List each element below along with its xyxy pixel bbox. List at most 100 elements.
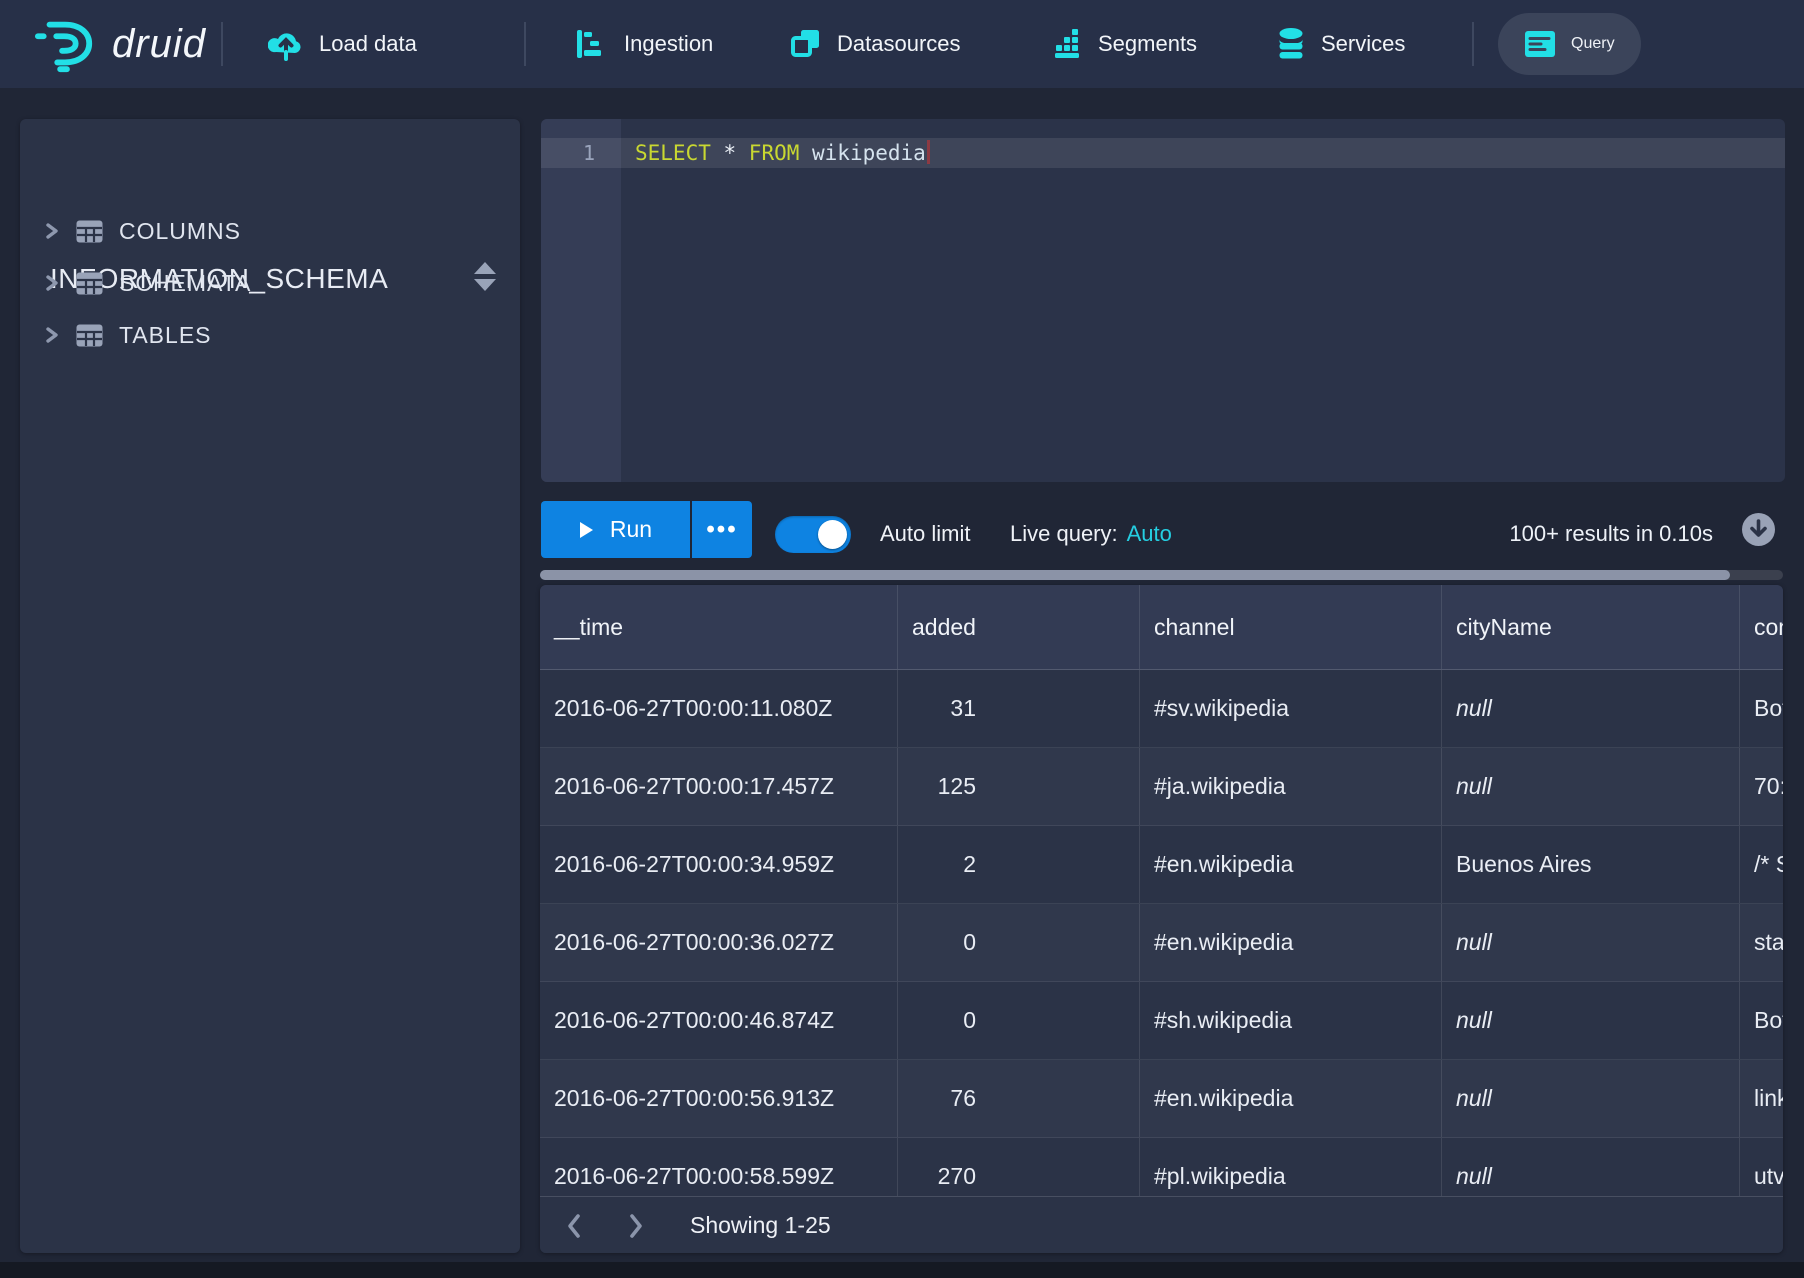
nav-item-label: Query	[1571, 35, 1615, 53]
table-header-row: __time added channel cityName comment	[540, 585, 1783, 670]
druid-logo-icon	[34, 15, 96, 73]
top-nav: druid Load data Ingestion	[0, 0, 1804, 88]
sql-identifier: wikipedia	[799, 141, 925, 165]
pagination-bar: Showing 1-25	[540, 1196, 1783, 1253]
cell-time[interactable]: 2016-06-27T00:00:11.080Z	[540, 670, 898, 747]
cell-channel[interactable]: #sh.wikipedia	[1140, 982, 1442, 1059]
chevron-right-icon	[44, 221, 60, 241]
cell-comment[interactable]: /* S	[1740, 826, 1783, 903]
sql-keyword: FROM	[749, 141, 800, 165]
console-icon	[1524, 30, 1556, 58]
cell-comment[interactable]: 70:	[1740, 748, 1783, 825]
table-row: 2016-06-27T00:00:36.027Z 0 #en.wikipedia…	[540, 904, 1783, 982]
sql-editor[interactable]: 1 SELECT * FROM wikipedia	[541, 119, 1785, 482]
cell-added[interactable]: 76	[898, 1060, 1140, 1137]
nav-item-ingestion[interactable]: Ingestion	[575, 0, 713, 88]
cell-channel[interactable]: #en.wikipedia	[1140, 826, 1442, 903]
cell-added-value: 2	[912, 826, 976, 903]
cell-comment[interactable]: sta	[1740, 904, 1783, 981]
cell-comment[interactable]: Bot	[1740, 982, 1783, 1059]
auto-limit-toggle[interactable]	[775, 516, 851, 553]
cell-time[interactable]: 2016-06-27T00:00:36.027Z	[540, 904, 898, 981]
cell-time[interactable]: 2016-06-27T00:00:34.959Z	[540, 826, 898, 903]
more-options-button[interactable]: •••	[692, 501, 752, 558]
cell-channel[interactable]: #ja.wikipedia	[1140, 748, 1442, 825]
bar-chart-icon	[1051, 28, 1083, 60]
tree-item-label: SCHEMATA	[119, 270, 251, 297]
nav-item-query[interactable]: Query	[1498, 13, 1641, 75]
cell-comment[interactable]: Bot	[1740, 670, 1783, 747]
layers-icon	[790, 28, 822, 60]
nav-divider	[524, 22, 526, 66]
cell-cityname[interactable]: null	[1442, 748, 1740, 825]
column-header-channel[interactable]: channel	[1140, 585, 1442, 669]
prev-page-button[interactable]	[558, 1210, 590, 1242]
tree-item-label: COLUMNS	[119, 218, 241, 245]
cell-added[interactable]: 2	[898, 826, 1140, 903]
chevron-right-icon	[44, 325, 60, 345]
scrollbar-thumb[interactable]	[540, 570, 1730, 580]
table-row: 2016-06-27T00:00:34.959Z 2 #en.wikipedia…	[540, 826, 1783, 904]
nav-item-segments[interactable]: Segments	[1051, 0, 1197, 88]
bottom-edge-strip	[0, 1262, 1804, 1278]
more-icon: •••	[706, 516, 737, 544]
run-button[interactable]: Run	[541, 501, 690, 558]
toggle-knob	[818, 520, 847, 549]
play-icon	[579, 521, 594, 539]
nav-item-label: Segments	[1098, 31, 1197, 57]
run-button-label: Run	[610, 516, 652, 543]
download-results-button[interactable]	[1741, 512, 1776, 547]
column-header-comment[interactable]: comment	[1740, 585, 1783, 669]
results-info: 100+ results in 0.10s	[1280, 521, 1713, 547]
nav-item-label: Load data	[319, 31, 417, 57]
cell-cityname[interactable]: null	[1442, 982, 1740, 1059]
cell-cityname[interactable]: null	[1442, 1060, 1740, 1137]
live-query: Live query:Auto	[1010, 521, 1172, 547]
cell-time[interactable]: 2016-06-27T00:00:56.913Z	[540, 1060, 898, 1137]
next-page-button[interactable]	[620, 1210, 652, 1242]
table-icon	[76, 272, 103, 295]
sql-operator: *	[711, 141, 749, 165]
cell-added-value: 0	[912, 904, 976, 981]
cell-channel[interactable]: #en.wikipedia	[1140, 904, 1442, 981]
nav-divider	[1472, 22, 1474, 66]
pagination-label: Showing 1-25	[690, 1197, 831, 1253]
cell-time[interactable]: 2016-06-27T00:00:17.457Z	[540, 748, 898, 825]
cell-added-value: 0	[912, 982, 976, 1059]
schema-tree: COLUMNS SCHEMATA	[44, 205, 510, 361]
table-row: 2016-06-27T00:00:46.874Z 0 #sh.wikipedia…	[540, 982, 1783, 1060]
cell-time[interactable]: 2016-06-27T00:00:46.874Z	[540, 982, 898, 1059]
cell-comment[interactable]: link	[1740, 1060, 1783, 1137]
tree-item-tables[interactable]: TABLES	[44, 309, 510, 361]
cell-added[interactable]: 0	[898, 982, 1140, 1059]
nav-divider	[221, 22, 223, 66]
column-header-added[interactable]: added	[898, 585, 1140, 669]
nav-item-services[interactable]: Services	[1276, 0, 1405, 88]
column-header-cityname[interactable]: cityName	[1442, 585, 1740, 669]
cell-added[interactable]: 31	[898, 670, 1140, 747]
cell-cityname[interactable]: null	[1442, 904, 1740, 981]
cell-cityname[interactable]: Buenos Aires	[1442, 826, 1740, 903]
tree-item-label: TABLES	[119, 322, 212, 349]
live-query-value[interactable]: Auto	[1127, 521, 1172, 546]
cell-added[interactable]: 0	[898, 904, 1140, 981]
table-row: 2016-06-27T00:00:17.457Z 125 #ja.wikiped…	[540, 748, 1783, 826]
column-header-time[interactable]: __time	[540, 585, 898, 669]
cell-channel[interactable]: #en.wikipedia	[1140, 1060, 1442, 1137]
cell-channel[interactable]: #sv.wikipedia	[1140, 670, 1442, 747]
nav-item-datasources[interactable]: Datasources	[790, 0, 961, 88]
druid-logo[interactable]: druid	[34, 0, 206, 88]
nav-item-label: Ingestion	[624, 31, 713, 57]
results-panel: __time added channel cityName comment 20…	[540, 585, 1783, 1253]
cell-cityname[interactable]: null	[1442, 670, 1740, 747]
tree-item-schemata[interactable]: SCHEMATA	[44, 257, 510, 309]
cell-added-value: 76	[912, 1060, 976, 1137]
cell-added-value: 31	[912, 670, 976, 747]
nav-item-load-data[interactable]: Load data	[268, 0, 417, 88]
cell-added[interactable]: 125	[898, 748, 1140, 825]
tree-item-columns[interactable]: COLUMNS	[44, 205, 510, 257]
table-row: 2016-06-27T00:00:56.913Z 76 #en.wikipedi…	[540, 1060, 1783, 1138]
cloud-upload-icon	[268, 27, 304, 61]
table-icon	[76, 220, 103, 243]
cell-added-value: 125	[912, 748, 976, 825]
